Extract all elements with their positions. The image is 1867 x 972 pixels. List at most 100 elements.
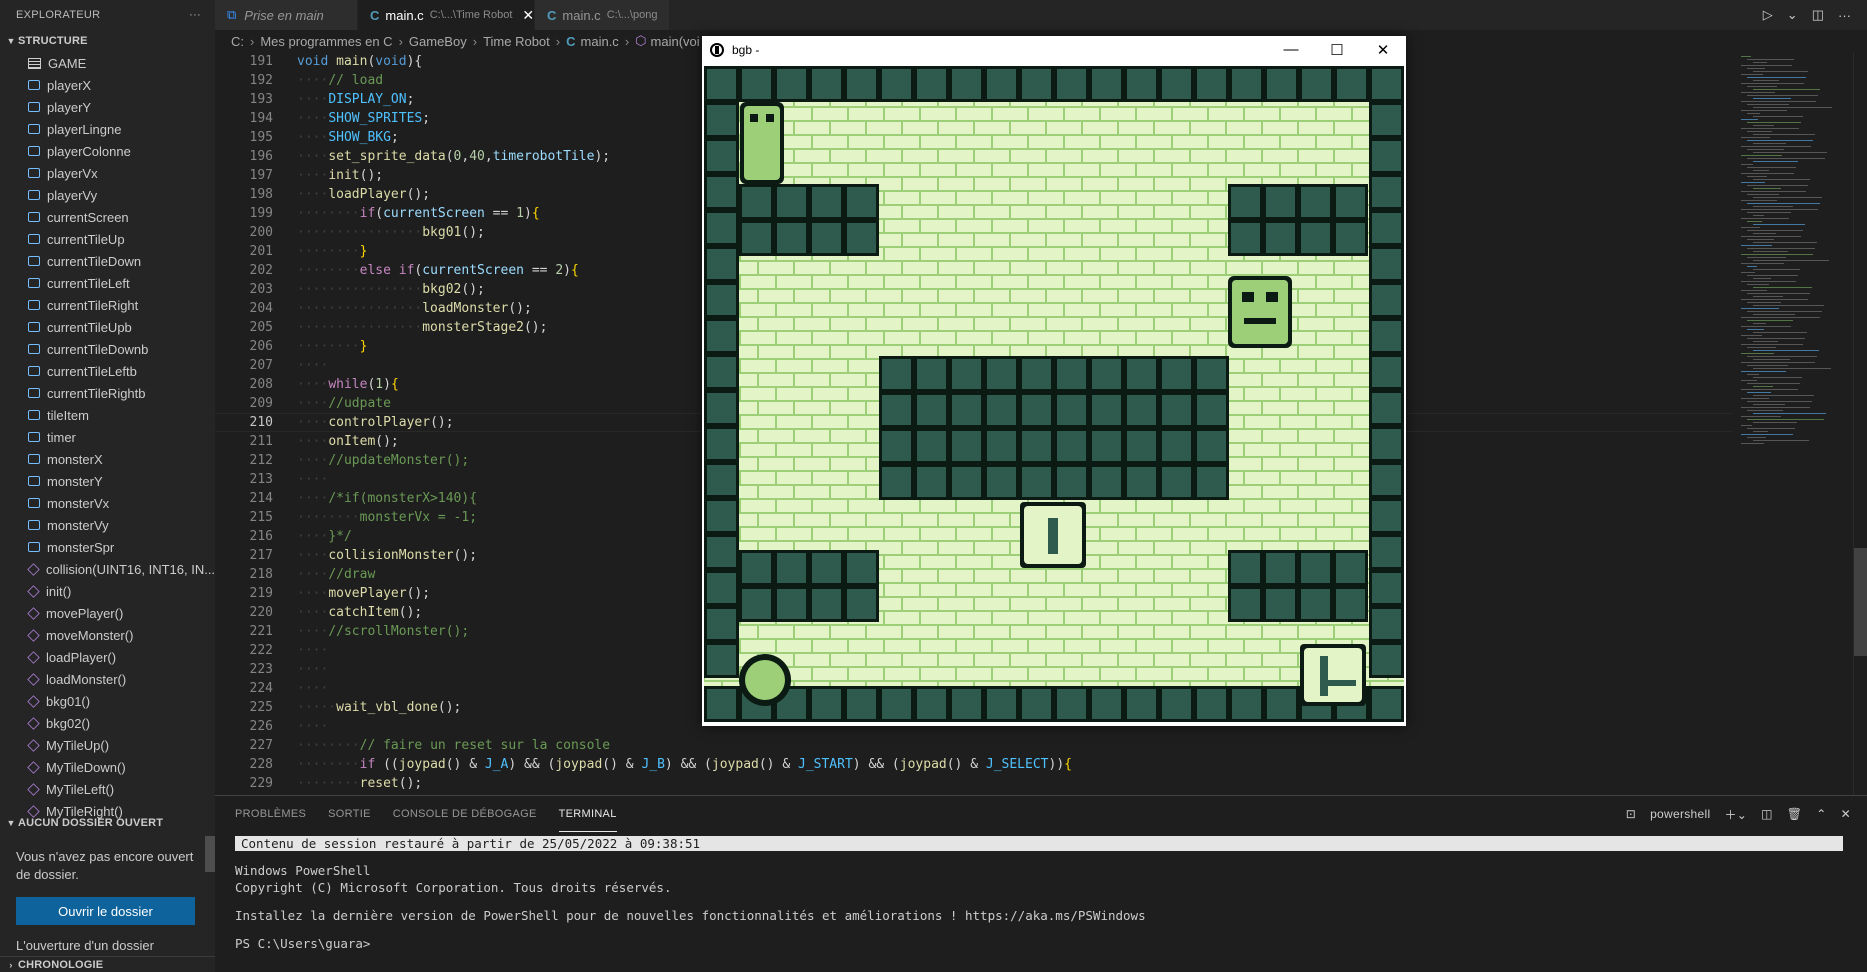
breadcrumb-item[interactable]: Mes programmes en C [260,34,392,49]
wall-block-face [1127,431,1156,461]
chevron-down-icon[interactable]: ⌄ [1787,7,1798,23]
editor-scrollbar[interactable] [1853,52,1867,795]
breadcrumb-item[interactable]: GameBoy [409,34,467,49]
trash-icon[interactable]: 🗑 [1787,807,1803,821]
shell-name[interactable]: powershell [1650,807,1710,821]
maximize-panel-icon[interactable]: ⌃ [1816,807,1826,821]
maximize-button[interactable]: ☐ [1314,41,1360,59]
line-number: 201 [249,244,273,259]
outline-section-header[interactable]: ▼ STRUCTURE [0,30,215,52]
panel-actions: ⊡ powershell ＋⌄ ◫ 🗑 ⌃ ✕ [1626,806,1867,823]
tab-main-c-pong[interactable]: C main.c C:\...\pong [535,0,670,30]
breadcrumb-item[interactable]: main(voi [651,34,700,49]
outline-item[interactable]: MyTileDown() [0,756,215,778]
outline-item[interactable]: init() [0,580,215,602]
terminal[interactable]: Contenu de session restauré à partir de … [215,835,1867,952]
outline-item[interactable]: loadMonster() [0,668,215,690]
more-actions-icon[interactable]: ··· [189,9,201,21]
more-actions-icon[interactable]: ··· [1838,8,1851,23]
outline-item[interactable]: playerLingne [0,118,215,140]
code-token: (); [437,700,462,715]
minimap-line [1753,305,1824,306]
code-token: () & [758,757,798,772]
minimap[interactable] [1733,52,1853,795]
tab-problems[interactable]: PROBLÈMES [235,796,306,832]
add-terminal-icon[interactable]: ＋⌄ [1724,806,1747,823]
outline-item[interactable]: loadPlayer() [0,646,215,668]
tab-terminal[interactable]: TERMINAL [558,796,617,832]
tab-prise-en-main[interactable]: ⧉ Prise en main [215,0,358,30]
breadcrumb-item[interactable]: C: [231,34,244,49]
outline-item-label: MyTileLeft() [46,781,115,797]
outline-item[interactable]: playerY [0,96,215,118]
outline-item[interactable]: bkg01() [0,690,215,712]
close-icon[interactable]: ✕ [522,7,534,24]
outline-item[interactable]: collision(UINT16, INT16, IN... [0,558,215,580]
open-folder-button[interactable]: Ouvrir le dossier [16,897,195,925]
outline-item[interactable]: bkg02() [0,712,215,734]
tab-output[interactable]: SORTIE [328,796,371,832]
breadcrumb-item[interactable]: Time Robot [483,34,550,49]
outline-item[interactable]: moveMonster() [0,624,215,646]
code-token: joypad [899,757,947,772]
minimap-line [1741,128,1799,129]
outline-item-label: GAME [48,55,87,71]
bgb-title-bar[interactable]: bgb - — ☐ ✕ [702,36,1406,64]
outline-item[interactable]: currentTileDownb [0,338,215,360]
no-folder-section: ▼ AUCUN DOSSIER OUVERT Vous n'avez pas e… [0,812,215,953]
breadcrumb-item[interactable]: main.c [581,34,619,49]
outline-item[interactable]: tileItem [0,404,215,426]
game-screen[interactable] [704,66,1404,722]
close-button[interactable]: ✕ [1360,41,1406,59]
tab-main-c-time-robot[interactable]: C main.c C:\...\Time Robot ✕ [358,0,535,30]
outline-item[interactable]: monsterSpr [0,536,215,558]
outline-item[interactable]: currentScreen [0,206,215,228]
terminal-prompt[interactable]: PS C:\Users\guara> [235,935,1867,952]
editor-scrollbar-thumb[interactable] [1854,548,1867,656]
minimap-line [1747,194,1779,195]
code-token: J_A [484,757,509,772]
outline-item[interactable]: playerVx [0,162,215,184]
code-token: (); [430,415,454,430]
timeline-section[interactable]: › CHRONOLOGIE [0,956,215,972]
outline-item[interactable]: currentTileUp [0,228,215,250]
minimap-line [1753,116,1803,117]
outline-item[interactable]: monsterY [0,470,215,492]
code-line[interactable]: 228 ········if ((joypad() & J_A) && (joyp… [215,755,1733,774]
outline-item[interactable]: MyTileUp() [0,734,215,756]
sidebar-scrollbar[interactable] [205,836,215,872]
outline-item[interactable]: timer [0,426,215,448]
no-folder-header[interactable]: ▼ AUCUN DOSSIER OUVERT [0,812,215,834]
outline-item[interactable]: monsterX [0,448,215,470]
minimap-line [1753,134,1815,135]
outline-item[interactable]: playerVy [0,184,215,206]
run-debug-icon[interactable]: ▷ [1763,7,1773,23]
wall-block-face [952,689,981,719]
split-editor-icon[interactable]: ◫ [1812,7,1824,23]
split-terminal-icon[interactable]: ◫ [1761,807,1773,821]
code-token: ) && ( [508,757,556,772]
minimap-line [1741,398,1769,399]
minimize-button[interactable]: — [1268,41,1314,59]
minimap-line [1747,437,1766,438]
code-line[interactable]: 227 ········// faire un reset sur la cons… [215,736,1733,755]
code-line[interactable]: 229 ········reset(); [215,774,1733,793]
bgb-emulator-window[interactable]: bgb - — ☐ ✕ [702,36,1406,726]
outline-item[interactable]: currentTileDown [0,250,215,272]
code-token: reset [359,776,399,791]
outline-item[interactable]: currentTileUpb [0,316,215,338]
outline-item[interactable]: MyTileLeft() [0,778,215,800]
outline-item[interactable]: currentTileRight [0,294,215,316]
minimap-line [1747,329,1764,330]
outline-item[interactable]: movePlayer() [0,602,215,624]
close-panel-icon[interactable]: ✕ [1841,807,1851,821]
tab-debug-console[interactable]: CONSOLE DE DÉBOGAGE [393,796,537,832]
outline-item[interactable]: currentTileLeftb [0,360,215,382]
outline-item[interactable]: currentTileLeft [0,272,215,294]
outline-item[interactable]: monsterVx [0,492,215,514]
outline-item[interactable]: playerColonne [0,140,215,162]
outline-item[interactable]: GAME [0,52,215,74]
outline-item[interactable]: playerX [0,74,215,96]
outline-item[interactable]: currentTileRightb [0,382,215,404]
outline-item[interactable]: monsterVy [0,514,215,536]
